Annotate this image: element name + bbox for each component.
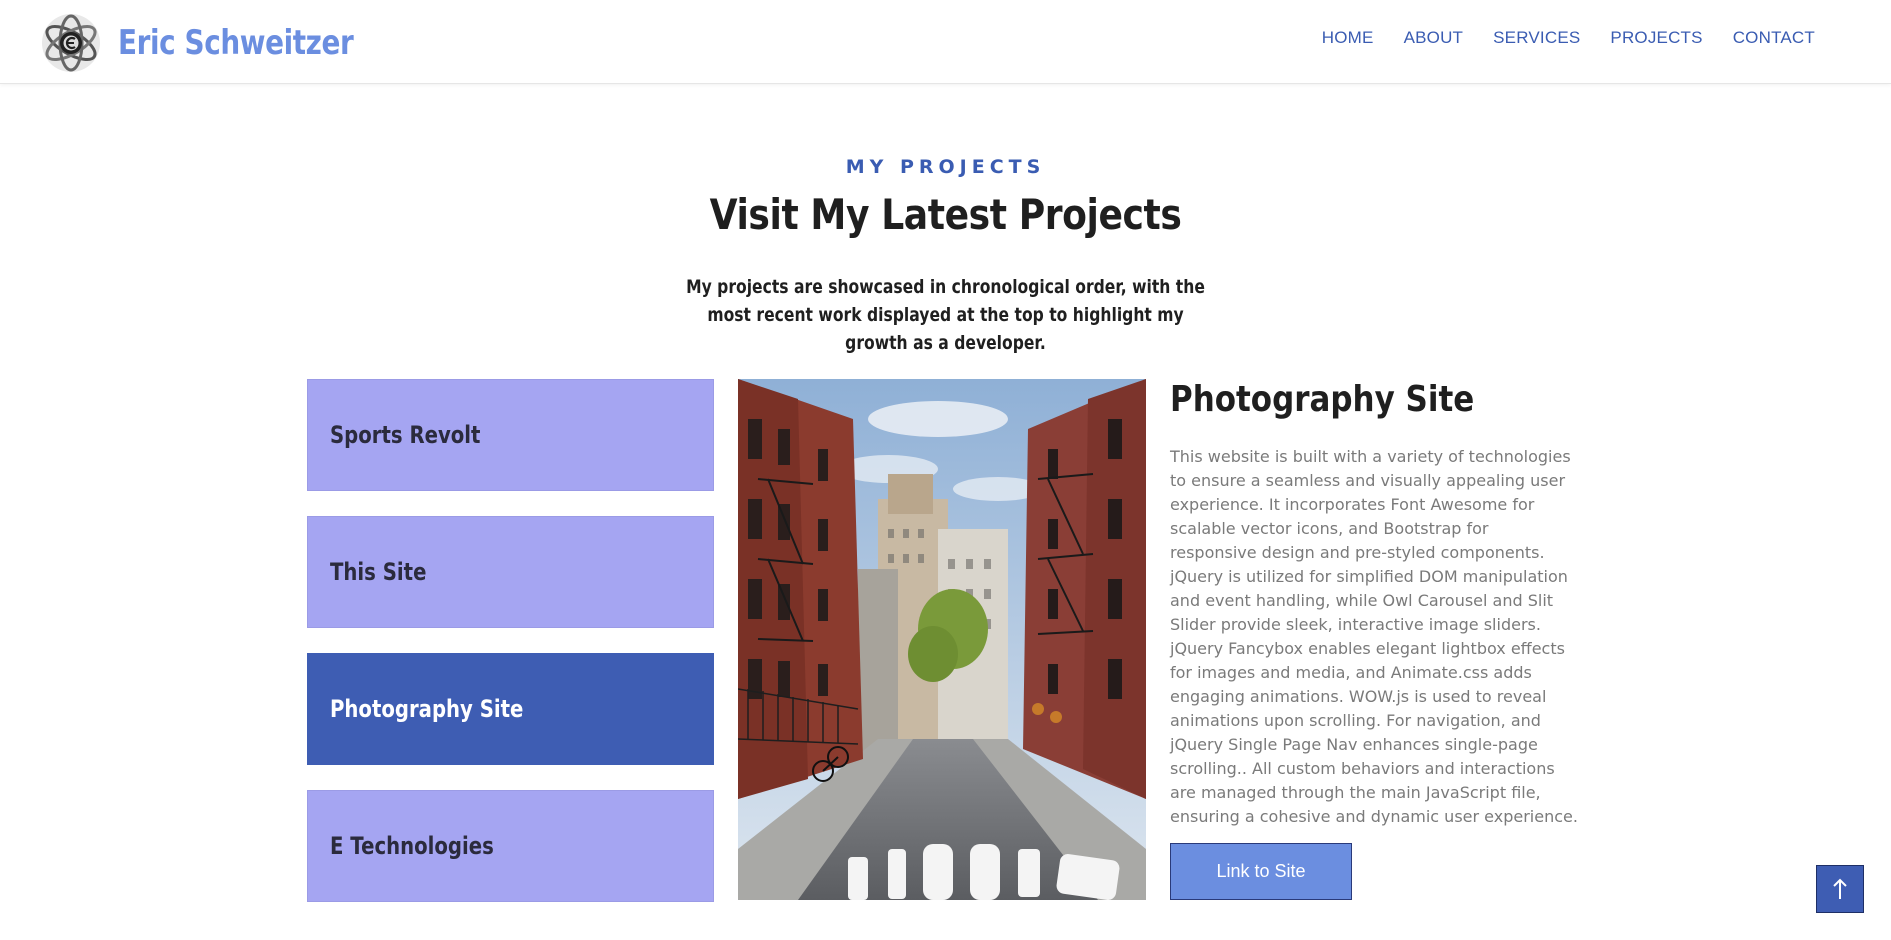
project-item-label: Photography Site: [330, 695, 524, 723]
nav-services[interactable]: SERVICES: [1493, 28, 1580, 48]
project-item-e-technologies[interactable]: E Technologies: [307, 790, 714, 902]
city-street-photo: [738, 379, 1146, 900]
project-detail: Photography Site This website is built w…: [1170, 379, 1580, 900]
brand[interactable]: Eric Schweitzer: [40, 12, 405, 74]
project-image: [738, 379, 1146, 900]
section-eyebrow: MY PROJECTS: [845, 156, 1046, 178]
back-to-top-button[interactable]: [1816, 865, 1864, 913]
atom-e-logo-icon[interactable]: [40, 12, 102, 74]
project-item-label: E Technologies: [330, 832, 494, 860]
link-to-site-button[interactable]: Link to Site: [1170, 843, 1352, 900]
site-header: Eric Schweitzer HOME ABOUT SERVICES PROJ…: [0, 0, 1891, 84]
project-item-photography-site[interactable]: Photography Site: [307, 653, 714, 765]
project-item-label: Sports Revolt: [330, 421, 481, 449]
main-nav: HOME ABOUT SERVICES PROJECTS CONTACT: [1292, 28, 1815, 48]
brand-name[interactable]: Eric Schweitzer: [118, 23, 354, 63]
detail-description: This website is built with a variety of …: [1170, 447, 1578, 826]
nav-contact[interactable]: CONTACT: [1733, 28, 1815, 48]
project-item-sports-revolt[interactable]: Sports Revolt: [307, 379, 714, 491]
section-intro: My projects are showcased in chronologic…: [686, 276, 1205, 354]
project-item-label: This Site: [330, 558, 427, 586]
section-title: Visit My Latest Projects: [709, 190, 1182, 239]
detail-title: Photography Site: [1170, 379, 1475, 420]
project-item-this-site[interactable]: This Site: [307, 516, 714, 628]
nav-about[interactable]: ABOUT: [1404, 28, 1464, 48]
project-list: Sports Revolt This Site Photography Site…: [307, 379, 714, 927]
nav-projects[interactable]: PROJECTS: [1610, 28, 1702, 48]
nav-home[interactable]: HOME: [1322, 28, 1374, 48]
arrow-up-icon: [1833, 878, 1847, 899]
